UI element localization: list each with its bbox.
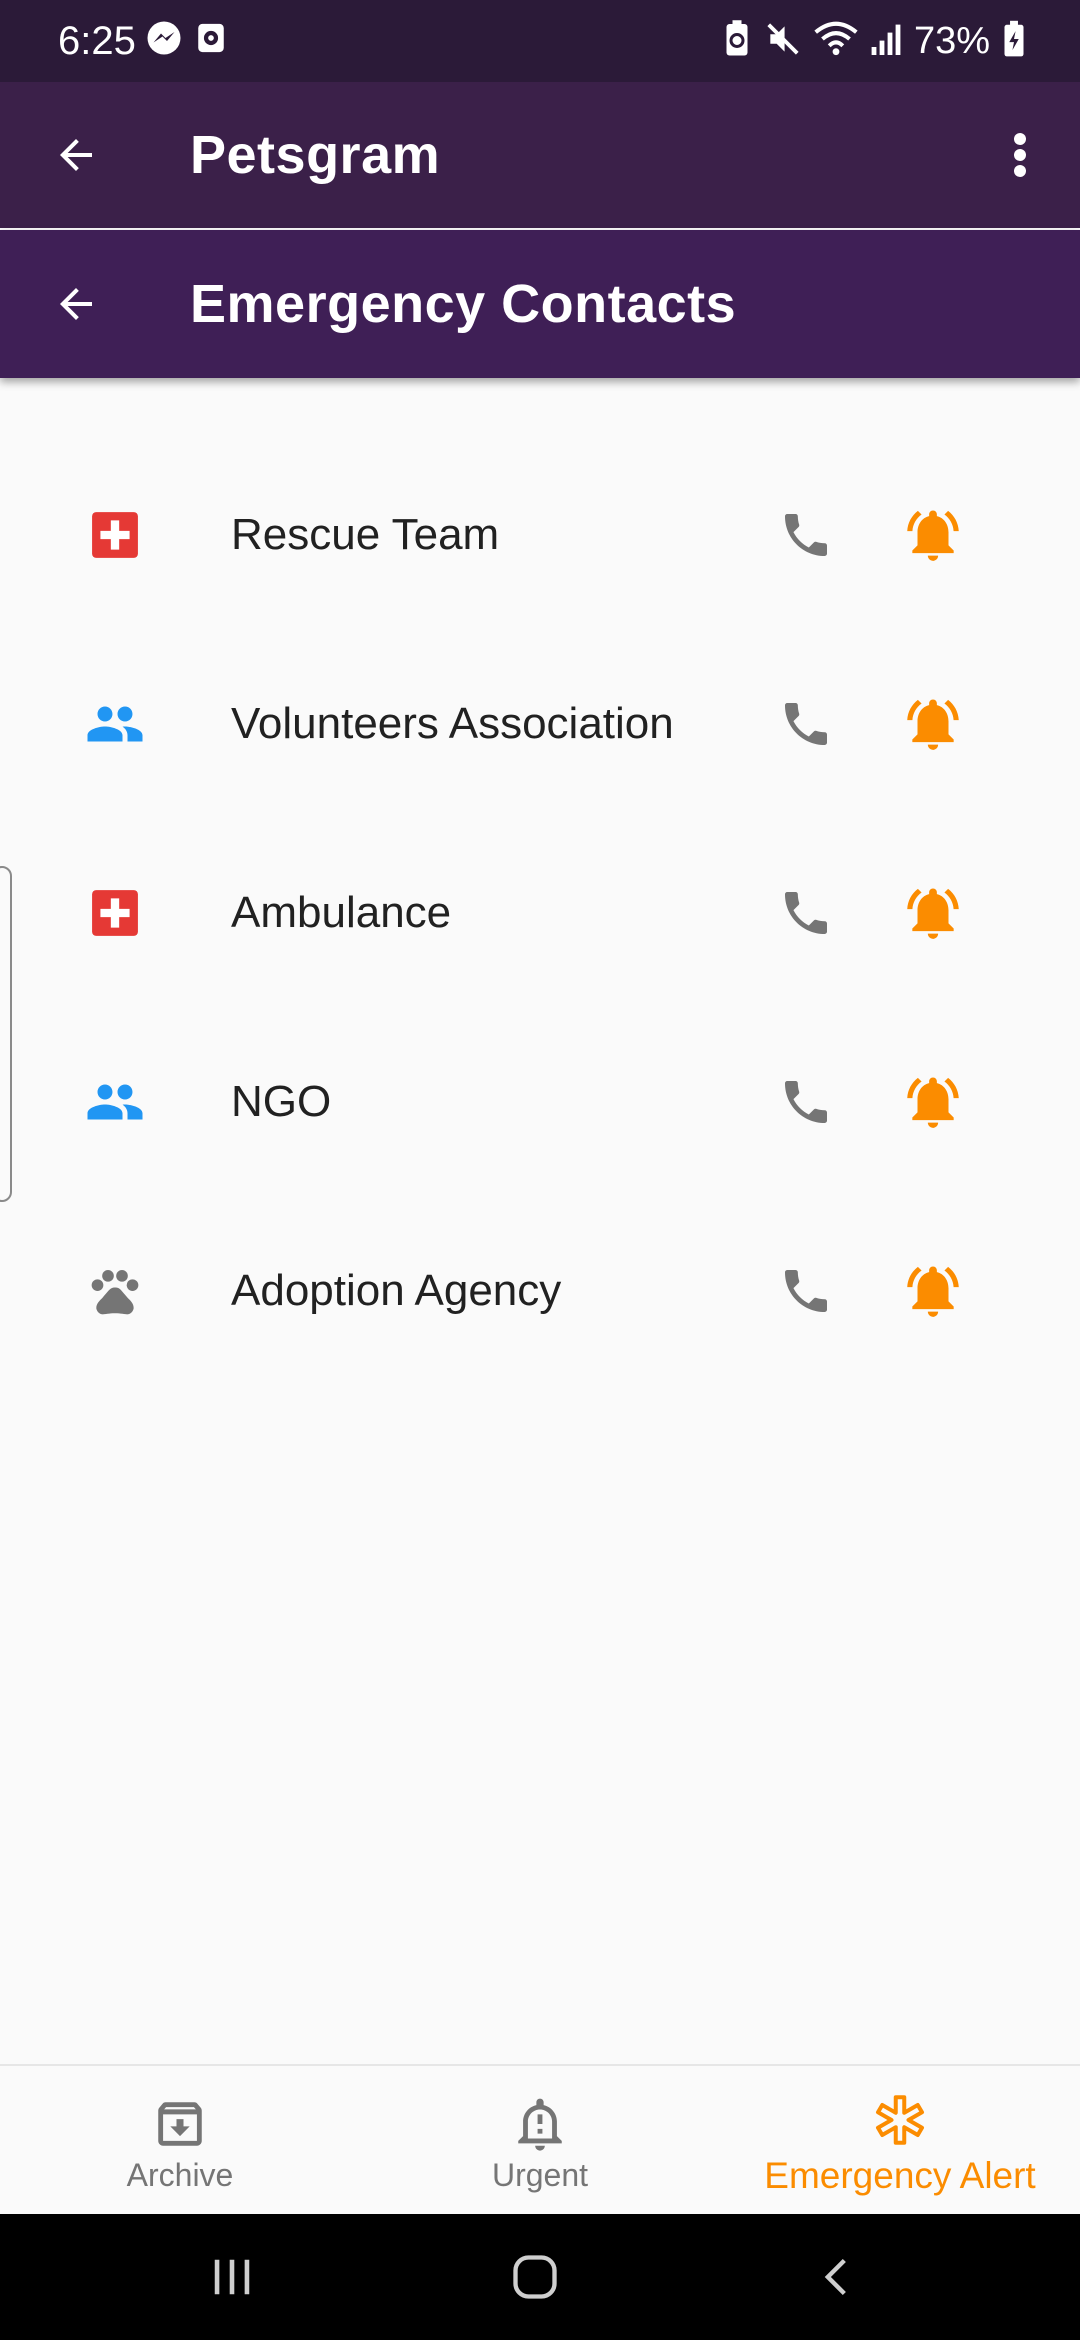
- archive-icon: [158, 2101, 202, 2146]
- call-button[interactable]: [770, 1066, 842, 1138]
- alarm-bell-icon: [907, 1265, 959, 1317]
- bottom-navigation: Archive Urgent Emergency Alert: [0, 2064, 1080, 2216]
- contact-list: Rescue Team Volunteers Association Ambul…: [0, 440, 1080, 1385]
- nav-item-urgent[interactable]: Urgent: [360, 2066, 720, 2216]
- contact-name: NGO: [231, 1076, 332, 1126]
- nav-label: Emergency Alert: [764, 2155, 1036, 2196]
- phone-icon: [785, 702, 827, 745]
- back-button-secondary[interactable]: [44, 272, 108, 336]
- alert-button[interactable]: [897, 688, 969, 760]
- signal-icon: [870, 21, 902, 62]
- nav-label: Archive: [126, 2156, 234, 2193]
- mute-icon: [764, 20, 802, 63]
- contact-name: Volunteers Association: [231, 698, 674, 748]
- phone-icon: [785, 1080, 827, 1123]
- medical-cross-icon: [80, 878, 150, 948]
- people-icon: [80, 689, 150, 759]
- contact-row-rescue-team[interactable]: Rescue Team: [0, 440, 1080, 629]
- back-button[interactable]: [44, 123, 108, 187]
- system-navigation-bar: [0, 2214, 1080, 2340]
- alarm-bell-icon: [907, 698, 959, 750]
- call-button[interactable]: [770, 688, 842, 760]
- chevron-left-icon: [824, 2258, 846, 2296]
- more-options-button[interactable]: [1000, 115, 1040, 195]
- alert-button[interactable]: [897, 499, 969, 571]
- screen-record-icon: [194, 20, 228, 61]
- contact-name: Ambulance: [231, 887, 452, 937]
- contact-row-ngo[interactable]: NGO: [0, 1007, 1080, 1196]
- arrow-back-icon: [60, 139, 92, 171]
- people-icon: [80, 1067, 150, 1137]
- status-bar: 6:25 73%: [0, 0, 1080, 82]
- phone-icon: [785, 1269, 827, 1312]
- screen: 6:25 73% Petsgram Emergency Contacts Res…: [0, 0, 1080, 2340]
- battery-percent: 73%: [913, 20, 990, 62]
- system-back-button[interactable]: [792, 2244, 882, 2310]
- wifi-icon: [814, 20, 858, 63]
- app-title: Petsgram: [190, 125, 441, 185]
- recent-apps-button[interactable]: [187, 2244, 277, 2310]
- paw-icon: [80, 1256, 150, 1326]
- status-time: 6:25: [58, 19, 136, 63]
- arrow-back-icon: [60, 288, 92, 320]
- alarm-bell-icon: [907, 1076, 959, 1128]
- call-button[interactable]: [770, 1255, 842, 1327]
- medical-cross-icon: [80, 500, 150, 570]
- page-title: Emergency Contacts: [190, 274, 737, 334]
- status-right-icons: 73%: [722, 18, 1026, 64]
- alert-button[interactable]: [897, 1255, 969, 1327]
- alert-button[interactable]: [897, 1066, 969, 1138]
- recent-apps-icon: [214, 2259, 250, 2295]
- status-left-icons: [146, 20, 228, 61]
- nav-item-archive[interactable]: Archive: [0, 2066, 360, 2216]
- alert-button[interactable]: [897, 877, 969, 949]
- contact-row-volunteers-association[interactable]: Volunteers Association: [0, 629, 1080, 818]
- sub-app-bar: Emergency Contacts: [0, 230, 1080, 378]
- phone-icon: [785, 513, 827, 556]
- nav-item-emergency-alert[interactable]: Emergency Alert: [720, 2066, 1080, 2216]
- call-button[interactable]: [770, 877, 842, 949]
- home-button[interactable]: [490, 2244, 580, 2310]
- messenger-icon: [146, 20, 182, 61]
- contact-name: Adoption Agency: [231, 1265, 562, 1315]
- phone-icon: [785, 891, 827, 934]
- alarm-bell-icon: [907, 887, 959, 939]
- battery-saver-icon: [722, 19, 752, 64]
- more-vert-icon: [1014, 133, 1026, 177]
- nav-label: Urgent: [491, 2156, 589, 2193]
- contact-name: Rescue Team: [231, 509, 500, 559]
- call-button[interactable]: [770, 499, 842, 571]
- notification-important-icon: [518, 2098, 562, 2151]
- battery-icon: [1002, 20, 1026, 63]
- app-bar: Petsgram: [0, 82, 1080, 228]
- contact-row-adoption-agency[interactable]: Adoption Agency: [0, 1196, 1080, 1385]
- home-icon: [513, 2255, 557, 2299]
- alarm-bell-icon: [907, 509, 959, 561]
- asterisk-icon: [876, 2095, 924, 2145]
- contact-row-ambulance[interactable]: Ambulance: [0, 818, 1080, 1007]
